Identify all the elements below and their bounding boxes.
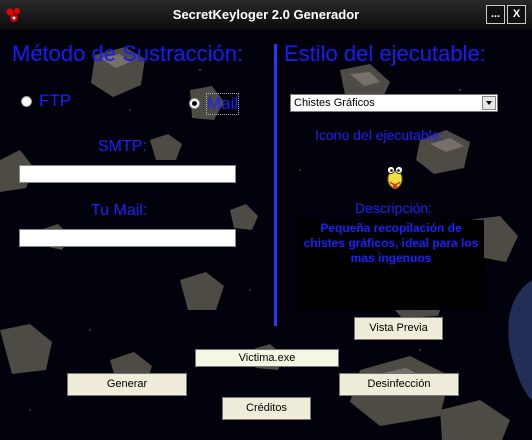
mail-radio-label[interactable]: Mail [205,93,240,115]
chevron-down-icon[interactable] [482,96,496,110]
ftp-radio[interactable] [21,96,32,107]
generate-button[interactable]: Generar [67,373,187,396]
style-select[interactable]: Chistes Gráficos [290,94,498,112]
mail-radio[interactable] [189,98,200,109]
credits-button[interactable]: Créditos [222,397,311,420]
style-select-value: Chistes Gráficos [294,97,375,109]
disinfect-button[interactable]: Desinfección [339,373,459,396]
window-title: SecretKeyloger 2.0 Generador [172,7,360,22]
mail-input[interactable] [19,229,236,247]
smtp-input[interactable] [19,165,236,183]
joke-face-icon [387,166,403,189]
ftp-radio-label[interactable]: FTP [39,91,71,111]
style-heading: Estilo del ejecutable: [284,41,486,66]
description-label: Descripción: [355,200,433,216]
preview-button[interactable]: Vista Previa [354,317,443,340]
mail-label: Tu Mail: [91,202,148,219]
smtp-label: SMTP: [98,138,147,155]
close-button[interactable]: X [507,5,526,24]
generator-window: SecretKeyloger 2.0 Generador ... X Métod… [0,0,532,440]
column-divider [274,44,277,326]
filename-input[interactable]: Victima.exe [195,349,339,367]
method-heading: Método de Sustracción: [12,41,244,66]
description-text: Pequeña recopilación de chistes gráficos… [303,221,479,265]
icon-label: Icono del ejecutable: [315,127,444,143]
minimize-button[interactable]: ... [486,5,505,24]
title-bar[interactable]: SecretKeyloger 2.0 Generador ... X [0,0,532,31]
